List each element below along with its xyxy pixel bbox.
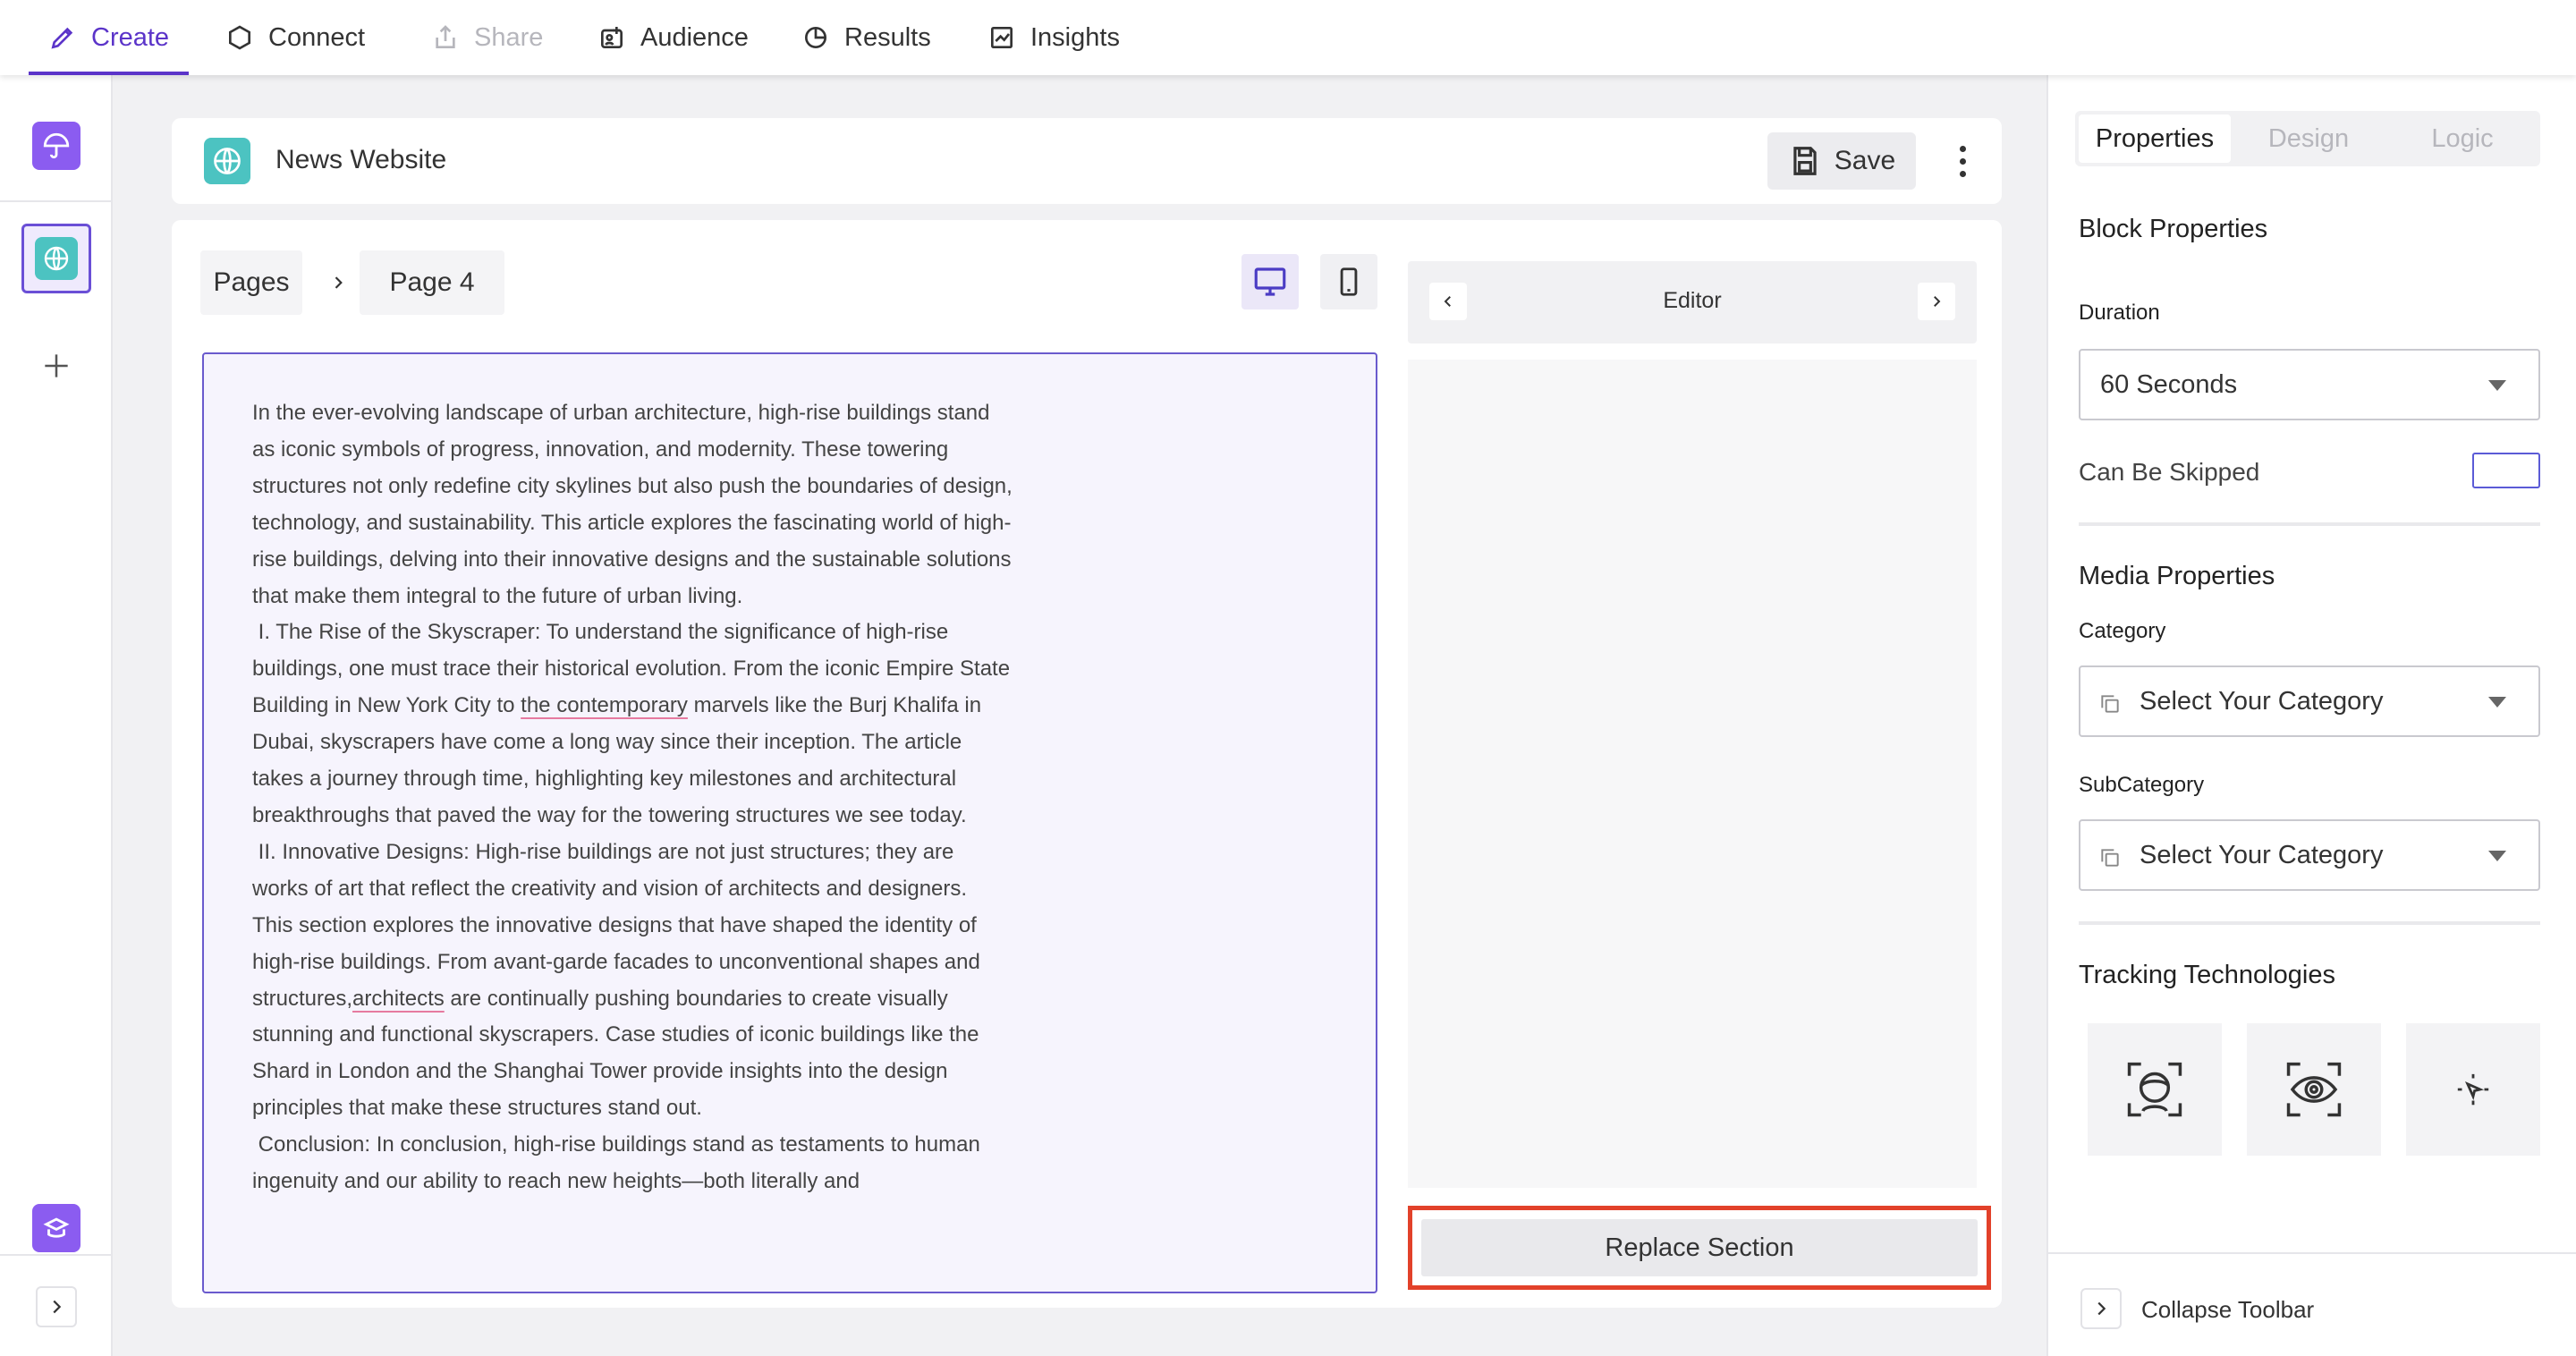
breadcrumb-chevron-icon <box>326 267 351 299</box>
rail-brand-button[interactable] <box>21 1193 91 1263</box>
panel-tabs: Properties Design Logic <box>2075 111 2540 166</box>
tab-logic[interactable]: Logic <box>2386 114 2538 163</box>
article-paragraph: II. Innovative Designs: High-rise buildi… <box>252 839 987 1121</box>
collapse-toolbar-label: Collapse Toolbar <box>2141 1296 2315 1323</box>
panel-divider <box>2079 921 2540 925</box>
desktop-icon <box>1254 267 1286 296</box>
tab-design[interactable]: Design <box>2233 114 2385 163</box>
rail-expand-button[interactable] <box>36 1286 77 1327</box>
category-label: Category <box>2079 619 2166 643</box>
caret-down-icon <box>2488 697 2506 708</box>
desktop-view-button[interactable] <box>1241 254 1299 309</box>
caret-down-icon <box>2488 851 2506 861</box>
tab-results[interactable]: Results <box>801 0 931 75</box>
rail-add-button[interactable] <box>21 331 91 401</box>
subcategory-label: SubCategory <box>2079 773 2205 797</box>
breadcrumb-current-page[interactable]: Page 4 <box>360 250 504 315</box>
globe-icon <box>35 237 78 280</box>
can-be-skipped-label: Can Be Skipped <box>2079 458 2260 486</box>
can-be-skipped-toggle[interactable] <box>2472 453 2540 488</box>
tab-connect-label: Connect <box>268 22 366 52</box>
line-chart-icon <box>991 27 1013 48</box>
brand-logo-icon <box>32 1204 80 1252</box>
replace-section-button[interactable]: Replace Section <box>1421 1219 1978 1276</box>
rail-project-button[interactable] <box>21 111 91 181</box>
chevron-right-icon <box>1934 296 1941 307</box>
tab-share[interactable]: Share <box>431 0 543 75</box>
left-rail <box>0 75 113 1356</box>
tracking-technologies-title: Tracking Technologies <box>2079 961 2335 989</box>
face-tracking-button[interactable] <box>2088 1023 2222 1156</box>
editor-preview-area <box>1408 360 1977 1188</box>
spellcheck-flag: architects <box>352 986 445 1011</box>
duration-value: 60 Seconds <box>2100 369 2238 399</box>
duration-select[interactable]: 60 Seconds <box>2079 349 2540 420</box>
copy-icon <box>2101 849 2119 867</box>
eye-scan-icon <box>2286 1062 2342 1117</box>
article-paragraph: Conclusion: In conclusion, high-rise bui… <box>252 1132 987 1194</box>
mobile-icon <box>1340 267 1358 296</box>
eye-tracking-button[interactable] <box>2247 1023 2381 1156</box>
chevron-right-icon <box>2080 1288 2122 1329</box>
plus-icon <box>45 354 68 377</box>
subcategory-placeholder: Select Your Category <box>2140 840 2384 869</box>
globe-icon <box>204 138 250 184</box>
tab-insights-label: Insights <box>1030 22 1120 52</box>
tab-properties[interactable]: Properties <box>2079 114 2231 163</box>
block-properties-title: Block Properties <box>2079 215 2268 243</box>
tab-create[interactable]: Create <box>28 0 190 75</box>
audience-icon <box>601 27 623 48</box>
breadcrumb-pages[interactable]: Pages <box>200 250 302 315</box>
editor-label: Editor <box>1663 288 1722 313</box>
tab-connect[interactable]: Connect <box>225 0 365 75</box>
rail-website-button[interactable] <box>21 224 91 293</box>
rail-divider <box>0 200 113 202</box>
copy-icon <box>2101 695 2119 713</box>
save-button-label: Save <box>1834 146 1896 175</box>
floppy-disk-icon <box>1793 147 1817 175</box>
umbrella-icon <box>32 122 80 170</box>
tab-insights[interactable]: Insights <box>987 0 1120 75</box>
editor-header: Editor <box>1408 261 1977 343</box>
article-paragraph: In the ever-evolving landscape of urban … <box>252 401 1019 608</box>
mobile-view-button[interactable] <box>1320 254 1377 309</box>
panel-divider <box>2079 522 2540 526</box>
face-scan-icon <box>2127 1062 2182 1117</box>
text-block-editor[interactable]: In the ever-evolving landscape of urban … <box>202 352 1377 1293</box>
cursor-tracking-button[interactable] <box>2406 1023 2540 1156</box>
caret-down-icon <box>2488 380 2506 391</box>
duration-label: Duration <box>2079 301 2160 325</box>
rail-divider-bottom <box>0 1254 113 1256</box>
tab-create-label: Create <box>91 22 170 52</box>
article-paragraph: I. The Rise of the Skyscraper: To unders… <box>252 620 1016 827</box>
tab-audience-label: Audience <box>640 22 749 52</box>
share-icon <box>436 25 455 48</box>
subcategory-select[interactable]: Select Your Category <box>2079 819 2540 891</box>
site-title: News Website <box>275 145 447 174</box>
chevron-right-icon <box>53 1300 62 1314</box>
tab-share-label: Share <box>474 22 544 52</box>
category-placeholder: Select Your Category <box>2140 686 2384 716</box>
hexagon-icon <box>229 25 250 50</box>
category-select[interactable]: Select Your Category <box>2079 665 2540 737</box>
pencil-icon <box>51 27 73 49</box>
article-text: In the ever-evolving landscape of urban … <box>252 395 1013 1200</box>
spellcheck-flag: the contemporary <box>521 693 688 718</box>
top-navigation: Create Connect Share Audience Results In… <box>0 0 2576 75</box>
cursor-scan-icon <box>2457 1073 2489 1106</box>
pie-chart-icon <box>805 27 826 48</box>
more-options-icon[interactable] <box>1952 140 1973 182</box>
collapse-toolbar[interactable]: Collapse Toolbar <box>2048 1252 2576 1356</box>
properties-panel: Properties Design Logic Block Properties… <box>2046 75 2576 1356</box>
media-properties-title: Media Properties <box>2079 562 2275 590</box>
tab-audience[interactable]: Audience <box>597 0 749 75</box>
save-button[interactable]: Save <box>1767 132 1916 190</box>
editor-next-button[interactable] <box>1918 283 1955 320</box>
tab-results-label: Results <box>844 22 931 52</box>
replace-section-highlight: Replace Section <box>1408 1206 1991 1290</box>
project-header: News Website Save <box>172 118 2002 204</box>
page-canvas: Pages Page 4 In the ever-evolving landsc… <box>172 220 2002 1308</box>
